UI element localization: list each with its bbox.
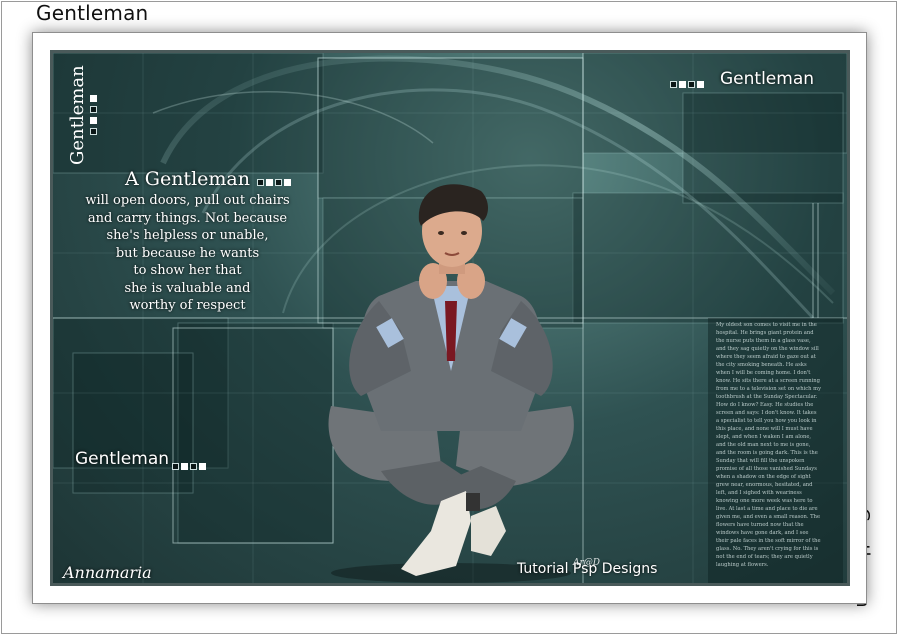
square-row <box>669 74 705 93</box>
quote-line: to show her that <box>133 263 242 278</box>
artwork: Gentleman A Gentleman will open doors, p… <box>50 50 850 586</box>
gentleman-figure <box>328 184 574 583</box>
quote-line: worthy of respect <box>129 298 246 313</box>
quote-line: she's helpless or unable, <box>106 228 269 243</box>
quote-line: will open doors, pull out chairs <box>85 193 290 208</box>
square-decoration <box>90 95 97 102</box>
square-decoration <box>90 128 97 135</box>
square-decoration <box>90 106 97 113</box>
bottom-left-title: Gentleman <box>75 449 170 469</box>
top-title: Gentleman <box>36 1 149 25</box>
square-decoration <box>90 117 97 124</box>
quote-line: and carry things. Not because <box>87 210 288 226</box>
credit-logo: Ar@D <box>573 558 601 568</box>
artist-signature: Annamaria <box>63 563 152 582</box>
square-row <box>171 456 207 475</box>
vertical-title: Gentleman <box>67 65 88 165</box>
square-row <box>256 172 292 191</box>
quote-line: she is valuable and <box>124 280 251 296</box>
top-right-title: Gentleman <box>720 69 815 89</box>
text-column: My oldest son comes to visit me in the h… <box>716 322 821 568</box>
quote-line: but because he wants <box>115 245 260 261</box>
